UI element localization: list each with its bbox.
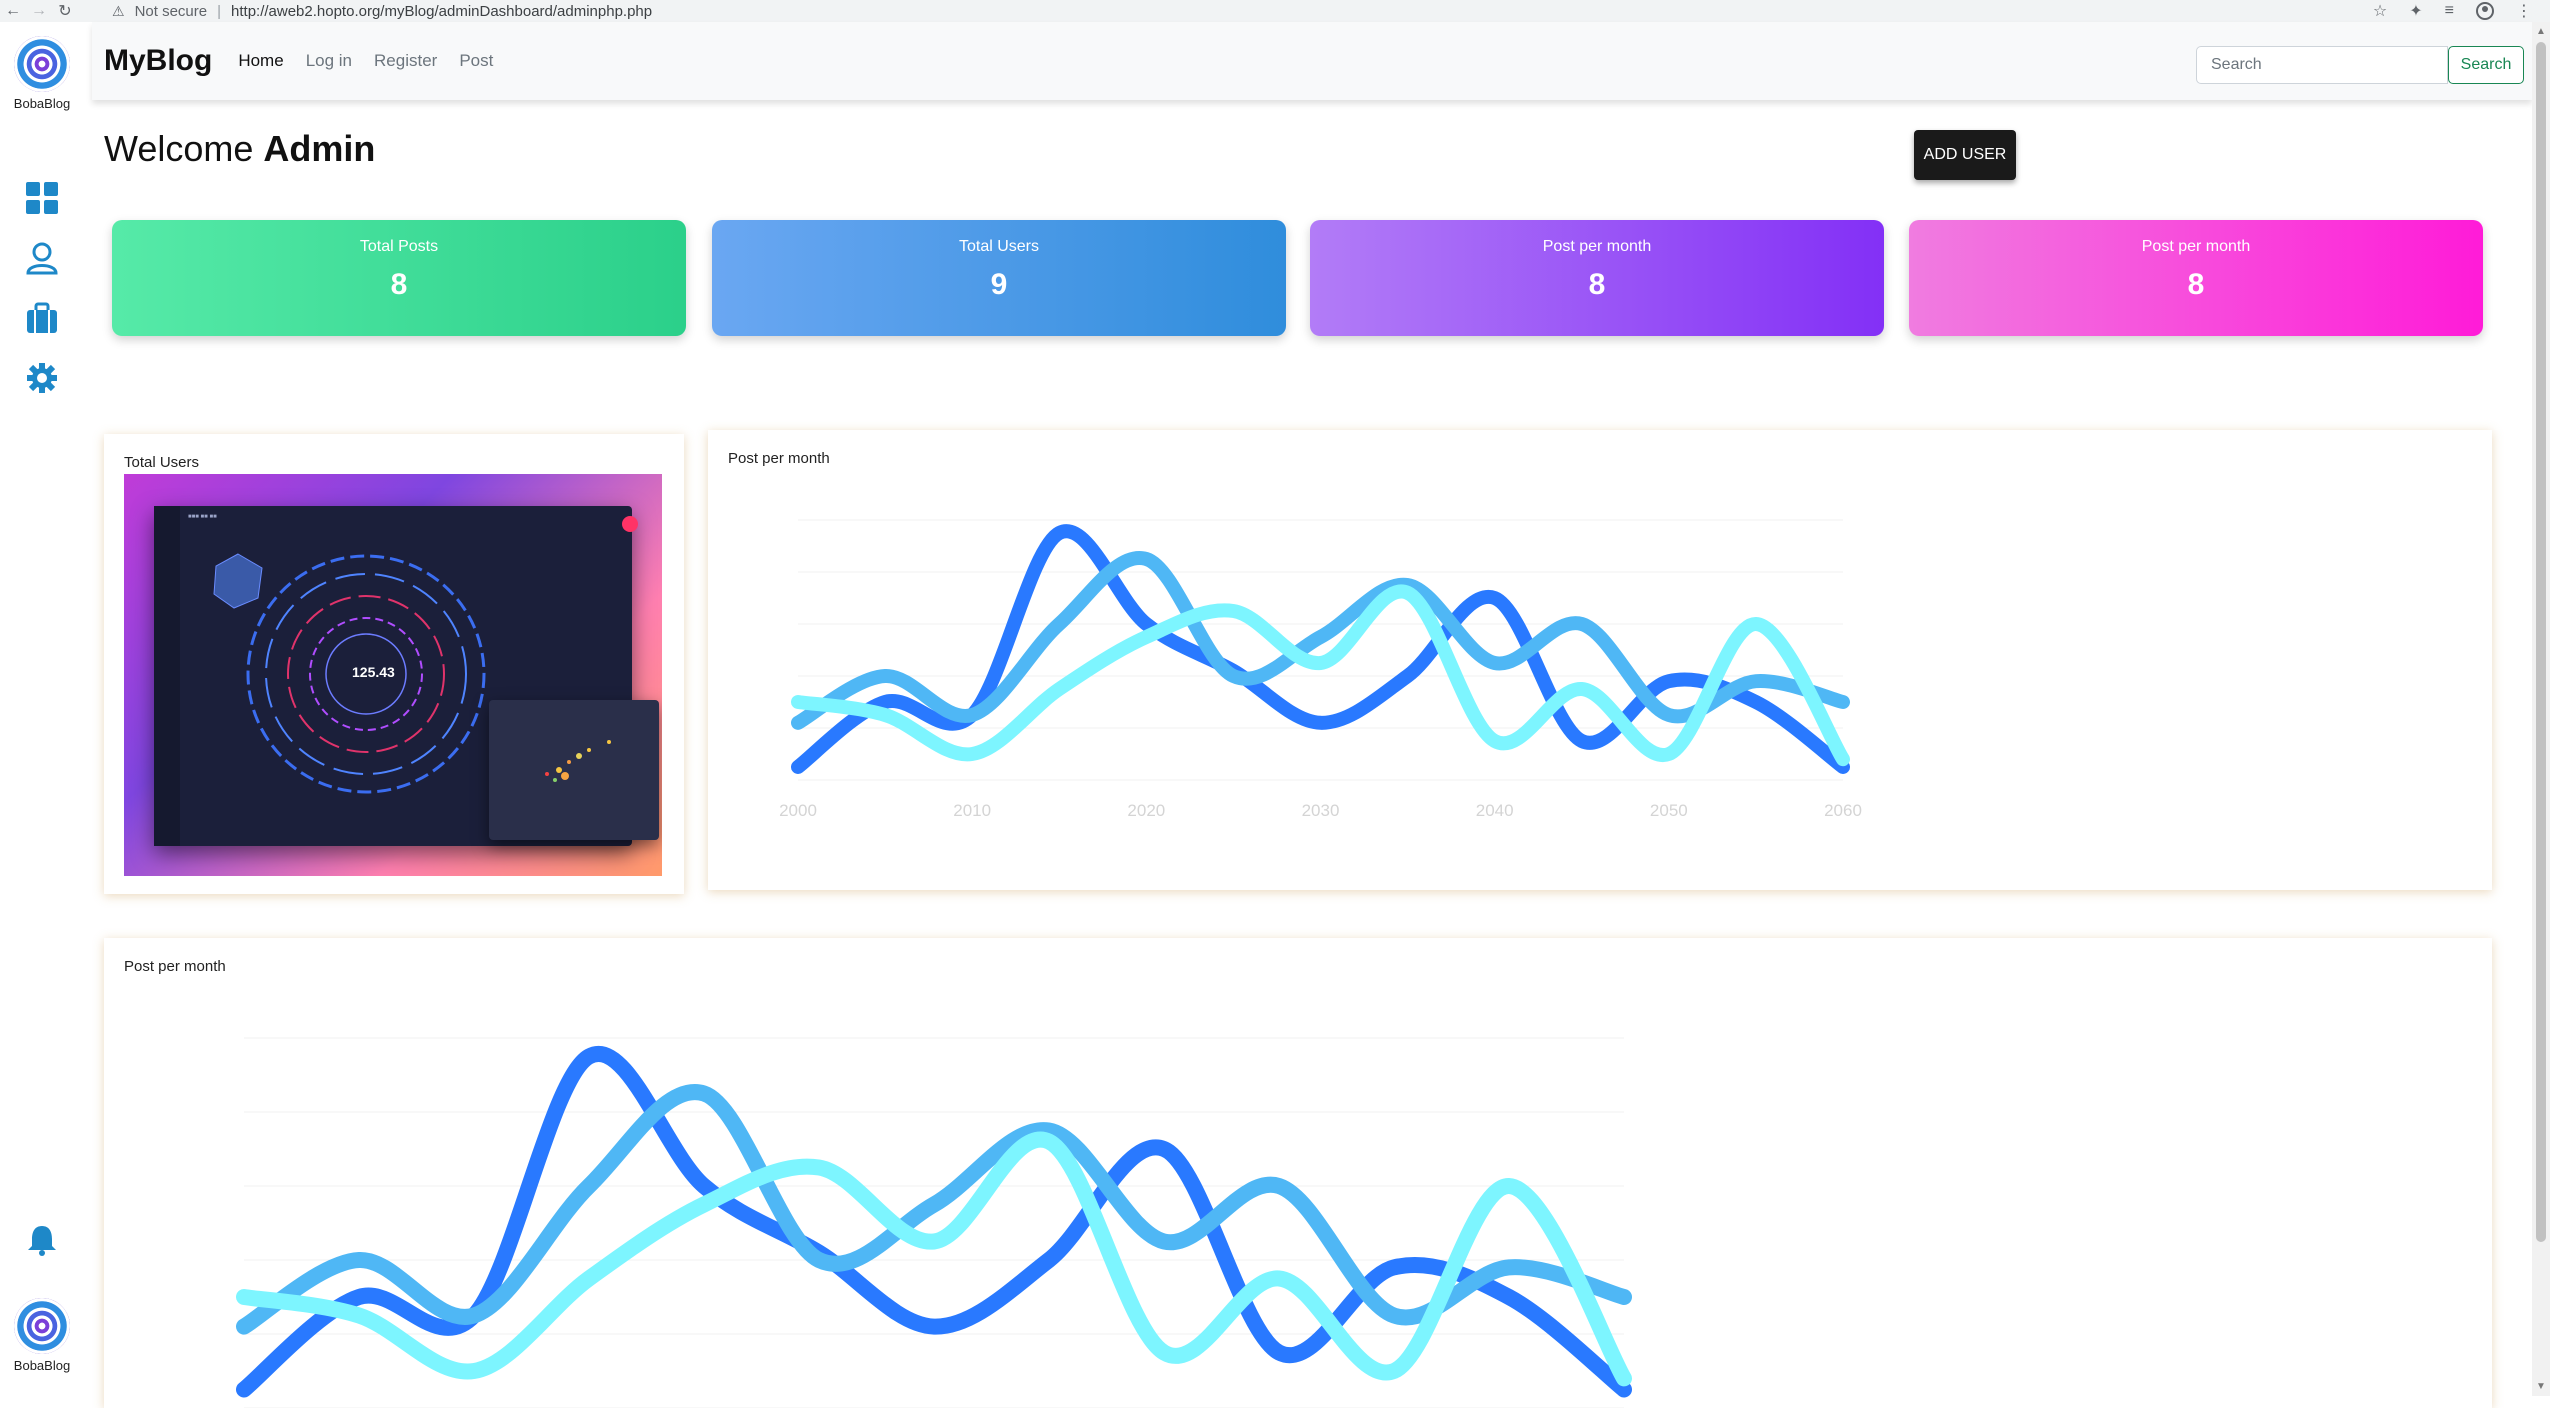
scroll-up-icon[interactable]: ▲ — [2536, 26, 2546, 37]
welcome-prefix: Welcome — [104, 128, 264, 169]
stat-card-value: 8 — [2187, 268, 2205, 301]
url-separator: | — [217, 2, 222, 20]
nav-register[interactable]: Register — [374, 51, 437, 71]
nav-home[interactable]: Home — [238, 51, 283, 71]
star-icon[interactable]: ☆ — [2373, 1, 2387, 21]
stat-card-label: Total Posts — [359, 238, 439, 255]
stat-card-value: 8 — [390, 268, 408, 301]
x-tick-label: 2000 — [779, 801, 817, 820]
swirl-logo-icon — [14, 1298, 70, 1354]
extensions-icon[interactable]: ✦ — [2409, 1, 2422, 21]
stat-card-post-per-month-2: Post per month 8 — [1909, 220, 2483, 336]
add-user-button[interactable]: ADD USER — [1914, 130, 2016, 180]
notification-dot — [622, 516, 638, 532]
x-tick-label: 2030 — [1302, 801, 1340, 820]
panel-title: Post per month — [124, 958, 226, 975]
stat-card-value: 9 — [990, 268, 1008, 301]
panel-title: Post per month — [728, 450, 830, 467]
gauge-value: 125.43 — [352, 664, 395, 680]
menu-icon[interactable]: ⋮ — [2516, 1, 2532, 21]
scroll-down-icon[interactable]: ▼ — [2536, 1381, 2546, 1392]
x-tick-label: 2020 — [1127, 801, 1165, 820]
x-tick-label: 2010 — [953, 801, 991, 820]
nav-login[interactable]: Log in — [306, 51, 352, 71]
scatter-popup — [489, 700, 659, 840]
stat-card-value: 8 — [1588, 268, 1606, 301]
post-per-month-chart: 2000 2010 2020 2030 2040 2050 2060 — [779, 519, 1862, 820]
panel-title: Total Users — [124, 454, 200, 471]
stat-card-total-posts: Total Posts 8 — [112, 220, 686, 336]
browser-actions: ☆ ✦ ≡ ⋮ — [2373, 0, 2532, 22]
stat-card-total-users: Total Users 9 — [712, 220, 1286, 336]
page-scrollbar[interactable]: ▲ ▼ — [2532, 22, 2550, 1396]
back-icon[interactable]: ← — [0, 2, 26, 20]
series-line-2 — [791, 551, 1850, 730]
sidebar-bottom-logo[interactable]: BobaBlog — [12, 1298, 72, 1373]
logo-text: BobaBlog — [13, 1358, 71, 1373]
address-bar[interactable]: http://aweb2.hopto.org/myBlog/adminDashb… — [231, 3, 652, 20]
browser-toolbar: ← → ↻ ⚠ Not secure | http://aweb2.hopto.… — [0, 0, 2550, 22]
scrollbar-thumb[interactable] — [2536, 42, 2546, 1242]
sidebar-logo[interactable]: BobaBlog — [12, 36, 72, 111]
welcome-name: Admin — [263, 128, 376, 169]
swirl-logo-icon — [14, 36, 70, 92]
brand-logo[interactable]: MyBlog — [104, 44, 212, 78]
stat-card-post-per-month: Post per month 8 — [1310, 220, 1884, 336]
post-per-month-chart-2 — [236, 1037, 1632, 1408]
page-title: Welcome Admin — [104, 128, 375, 170]
x-tick-label: 2060 — [1824, 801, 1862, 820]
stat-card-label: Post per month — [1542, 238, 1652, 255]
x-tick-label: 2050 — [1650, 801, 1688, 820]
logo-text: BobaBlog — [13, 96, 71, 111]
scatter-graphic — [545, 740, 611, 782]
stat-card-label: Total Users — [958, 238, 1040, 255]
stat-card-label: Post per month — [2141, 238, 2251, 255]
x-tick-label: 2040 — [1476, 801, 1514, 820]
reload-icon[interactable]: ↻ — [52, 1, 78, 21]
briefcase-icon[interactable] — [24, 300, 60, 336]
total-users-panel: Total Users ■■■ ■■ ■■ 125.43 — [104, 434, 684, 894]
dashboard-icon[interactable] — [24, 180, 60, 216]
profile-icon[interactable] — [2476, 2, 2494, 20]
bell-icon[interactable] — [24, 1222, 60, 1258]
nav-post[interactable]: Post — [459, 51, 493, 71]
top-navbar: MyBlog Home Log in Register Post Search … — [92, 22, 2532, 100]
post-per-month-chart-panel-2: Post per month — [104, 938, 2492, 1408]
gear-icon[interactable] — [24, 360, 60, 396]
forward-icon[interactable]: → — [26, 2, 52, 20]
warning-icon: ⚠ — [112, 2, 125, 19]
dashboard-preview-image: ■■■ ■■ ■■ 125.43 — [124, 474, 662, 876]
sidebar: BobaBlog BobaBlog — [0, 22, 84, 1396]
mockup-header-text: ■■■ ■■ ■■ — [188, 514, 217, 520]
post-per-month-chart-panel: Post per month 2000 2010 2020 2030 2040 2050 2… — [708, 430, 2492, 890]
search-button[interactable]: Search — [2448, 46, 2524, 84]
not-secure-label: Not secure — [134, 2, 208, 20]
search-input[interactable]: Search — [2196, 46, 2448, 84]
series-line-2 — [236, 1084, 1632, 1335]
user-icon[interactable] — [24, 240, 60, 276]
media-icon[interactable]: ≡ — [2445, 2, 2454, 20]
